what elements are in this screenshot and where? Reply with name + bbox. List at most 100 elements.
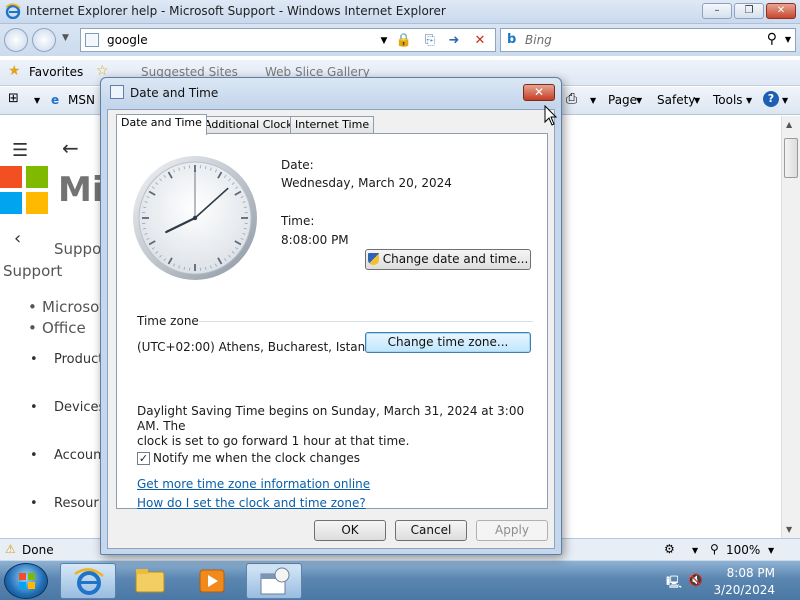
search-box[interactable]: b Bing ⚲ ▼: [500, 28, 796, 52]
start-button[interactable]: [4, 563, 48, 599]
safety-menu-dropdown-icon[interactable]: ▼: [694, 96, 700, 105]
bullet-dot: •: [30, 352, 38, 367]
safety-menu[interactable]: Safety: [657, 93, 695, 107]
internet-explorer-icon: [5, 3, 21, 19]
dialog-title-bar[interactable]: Date and Time ✕: [101, 78, 561, 108]
ie-title-bar: Internet Explorer help - Microsoft Suppo…: [0, 0, 800, 24]
support-label[interactable]: Support: [3, 262, 62, 280]
zoom-level[interactable]: 100%: [726, 543, 760, 557]
date-value: Wednesday, March 20, 2024: [281, 176, 452, 190]
maximize-button[interactable]: ❐: [734, 3, 764, 19]
cancel-button[interactable]: Cancel: [395, 520, 467, 541]
help-icon[interactable]: ?: [763, 91, 779, 107]
bullet-dot: •: [30, 448, 38, 463]
tray-date[interactable]: 3/20/2024: [713, 583, 775, 597]
print-icon[interactable]: ⎙: [566, 91, 577, 107]
page-menu-dropdown-icon[interactable]: ▼: [636, 96, 642, 105]
nav-item-products[interactable]: Product: [54, 352, 103, 367]
taskbar-media-player[interactable]: [184, 563, 240, 599]
back-button[interactable]: [4, 28, 28, 52]
analog-clock: [133, 156, 257, 280]
back-arrow-icon[interactable]: ←: [62, 136, 79, 160]
zoom-icon[interactable]: ⚲: [710, 542, 719, 556]
change-time-zone-button[interactable]: Change time zone...: [365, 332, 531, 353]
tools-menu-dropdown-icon[interactable]: ▼: [746, 96, 752, 105]
compatibility-view-icon[interactable]: ⎘: [421, 32, 439, 50]
help-dropdown-icon[interactable]: ▼: [782, 96, 788, 105]
media-player-icon: [199, 569, 225, 593]
quick-tabs-icon[interactable]: ⊞: [8, 91, 19, 106]
dialog-body: Date and Time Additional Clocks Internet…: [107, 109, 555, 549]
zoom-dropdown-icon[interactable]: ▼: [768, 546, 774, 555]
bullet-dot: •: [30, 400, 38, 415]
time-zone-heading: Time zone: [137, 314, 199, 328]
address-dropdown-icon[interactable]: ▼: [375, 32, 393, 50]
nav-item-account[interactable]: Account: [54, 448, 107, 463]
apply-button[interactable]: Apply: [476, 520, 548, 541]
chevron-left-icon[interactable]: ‹: [14, 228, 21, 249]
address-bar-row: ▼ google ▼ 🔒 ⎘ ➜ ✕ b Bing ⚲ ▼: [0, 24, 800, 56]
microsoft-wordmark: Mi: [58, 170, 104, 210]
change-date-time-label: Change date and time...: [382, 252, 529, 266]
volume-muted-icon[interactable]: 🔇: [688, 573, 703, 587]
vertical-scrollbar[interactable]: ▲ ▼: [781, 116, 800, 538]
protected-mode-icon[interactable]: ⚙: [664, 542, 675, 556]
tools-menu[interactable]: Tools: [713, 93, 743, 107]
internet-explorer-icon: [74, 568, 104, 595]
microsoft-office-link-part2[interactable]: Office: [42, 319, 86, 337]
minimize-button[interactable]: –: [702, 3, 732, 19]
hamburger-menu-icon[interactable]: ☰: [12, 140, 28, 161]
date-time-dialog: Date and Time ✕ Date and Time Additional…: [100, 77, 562, 555]
page-menu[interactable]: Page: [608, 93, 637, 107]
address-field[interactable]: google ▼ 🔒 ⎘ ➜ ✕: [80, 28, 496, 52]
recent-pages-dropdown-icon[interactable]: ▼: [62, 33, 69, 43]
taskbar-internet-explorer[interactable]: [60, 563, 116, 599]
window-title: Internet Explorer help - Microsoft Suppo…: [26, 4, 446, 18]
scroll-down-icon[interactable]: ▼: [786, 525, 792, 534]
tab-list-dropdown-icon[interactable]: ▼: [34, 96, 40, 105]
close-window-button[interactable]: ✕: [766, 3, 796, 19]
notify-checkbox[interactable]: ✓: [137, 452, 150, 465]
system-tray: 🖳 🔇 8:08 PM 3/20/2024: [650, 561, 800, 600]
uac-shield-icon: [367, 253, 379, 265]
protected-mode-dropdown-icon[interactable]: ▼: [692, 546, 698, 555]
print-dropdown-icon[interactable]: ▼: [590, 96, 596, 105]
scrollbar-thumb[interactable]: [784, 138, 798, 178]
tab-additional-clocks[interactable]: Additional Clocks: [199, 116, 304, 134]
tab-internet-time[interactable]: Internet Time: [290, 116, 375, 134]
go-arrow-icon[interactable]: ➜: [445, 32, 463, 50]
search-icon[interactable]: ⚲: [767, 31, 777, 47]
bing-logo-icon: b: [507, 32, 517, 47]
bullet-dot: •: [30, 496, 38, 511]
microsoft-office-link-part1[interactable]: Microsof: [42, 298, 105, 316]
forward-button[interactable]: [32, 28, 56, 52]
search-options-dropdown-icon[interactable]: ▼: [785, 35, 791, 44]
tray-time[interactable]: 8:08 PM: [727, 566, 775, 580]
lock-icon[interactable]: 🔒: [395, 32, 413, 50]
address-value[interactable]: google: [107, 33, 148, 47]
notify-label[interactable]: Notify me when the clock changes: [153, 451, 360, 465]
dialog-close-button[interactable]: ✕: [523, 84, 555, 101]
more-time-zone-info-link[interactable]: Get more time zone information online: [137, 477, 370, 491]
search-placeholder[interactable]: Bing: [525, 33, 552, 47]
bullet-dot: •: [28, 298, 37, 316]
dst-info-line-2: clock is set to go forward 1 hour at tha…: [137, 434, 410, 448]
how-to-set-clock-link[interactable]: How do I set the clock and time zone?: [137, 496, 366, 510]
scroll-up-icon[interactable]: ▲: [786, 120, 792, 129]
warning-icon: ⚠: [5, 542, 16, 556]
date-time-tab-panel: Date: Wednesday, March 20, 2024 Time: 8:…: [116, 133, 548, 510]
change-date-time-button[interactable]: Change date and time...: [365, 249, 531, 270]
favorites-button[interactable]: Favorites: [29, 65, 83, 79]
network-icon[interactable]: 🖳: [666, 573, 682, 594]
taskbar-date-time[interactable]: [246, 563, 302, 599]
stop-icon[interactable]: ✕: [471, 32, 489, 50]
favorites-star-icon[interactable]: ★: [8, 63, 21, 79]
time-zone-value: (UTC+02:00) Athens, Bucharest, Istanbul: [137, 340, 384, 354]
ok-button[interactable]: OK: [314, 520, 386, 541]
tab-msn[interactable]: MSN: [68, 93, 95, 107]
status-text: Done: [22, 543, 54, 557]
tab-date-and-time[interactable]: Date and Time: [116, 114, 207, 135]
nav-item-devices[interactable]: Devices: [54, 400, 105, 415]
nav-item-resources[interactable]: Resour: [54, 496, 99, 511]
taskbar-windows-explorer[interactable]: [122, 563, 178, 599]
